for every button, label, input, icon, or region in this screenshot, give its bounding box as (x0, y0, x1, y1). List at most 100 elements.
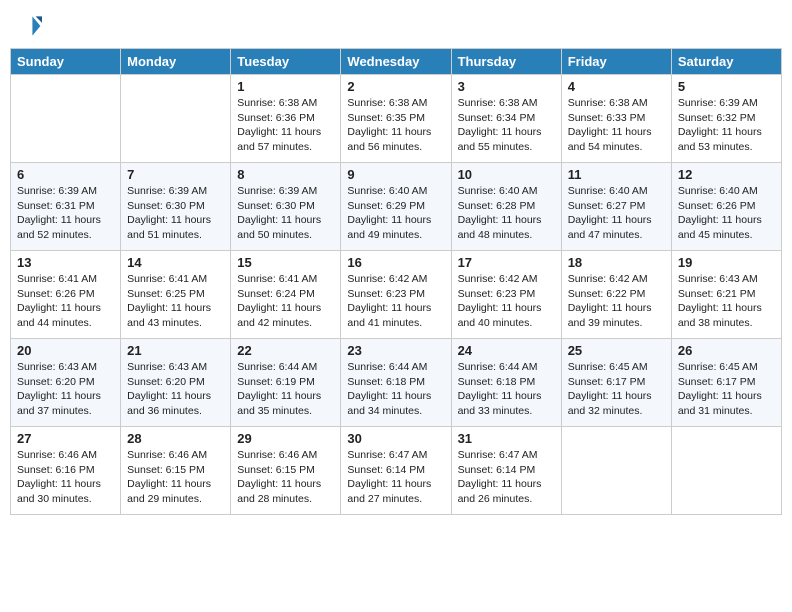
calendar-cell: 23 Sunrise: 6:44 AM Sunset: 6:18 PM Dayli… (341, 339, 451, 427)
header (10, 10, 782, 42)
day-info: Sunrise: 6:43 AM Sunset: 6:21 PM Dayligh… (678, 272, 775, 331)
calendar-cell: 27 Sunrise: 6:46 AM Sunset: 6:16 PM Dayli… (11, 427, 121, 515)
day-number: 2 (347, 79, 444, 94)
calendar-cell: 10 Sunrise: 6:40 AM Sunset: 6:28 PM Dayli… (451, 163, 561, 251)
calendar-cell: 14 Sunrise: 6:41 AM Sunset: 6:25 PM Dayli… (121, 251, 231, 339)
day-info: Sunrise: 6:46 AM Sunset: 6:15 PM Dayligh… (237, 448, 334, 507)
day-number: 31 (458, 431, 555, 446)
day-info: Sunrise: 6:44 AM Sunset: 6:18 PM Dayligh… (347, 360, 444, 419)
day-info: Sunrise: 6:42 AM Sunset: 6:22 PM Dayligh… (568, 272, 665, 331)
calendar-cell (11, 75, 121, 163)
calendar-cell: 30 Sunrise: 6:47 AM Sunset: 6:14 PM Dayli… (341, 427, 451, 515)
day-info: Sunrise: 6:47 AM Sunset: 6:14 PM Dayligh… (347, 448, 444, 507)
day-header-thursday: Thursday (451, 49, 561, 75)
calendar-cell: 31 Sunrise: 6:47 AM Sunset: 6:14 PM Dayli… (451, 427, 561, 515)
day-info: Sunrise: 6:39 AM Sunset: 6:30 PM Dayligh… (237, 184, 334, 243)
day-info: Sunrise: 6:43 AM Sunset: 6:20 PM Dayligh… (17, 360, 114, 419)
calendar-cell: 16 Sunrise: 6:42 AM Sunset: 6:23 PM Dayli… (341, 251, 451, 339)
calendar-cell (561, 427, 671, 515)
day-info: Sunrise: 6:42 AM Sunset: 6:23 PM Dayligh… (458, 272, 555, 331)
calendar-header-row: SundayMondayTuesdayWednesdayThursdayFrid… (11, 49, 782, 75)
day-number: 20 (17, 343, 114, 358)
day-number: 7 (127, 167, 224, 182)
calendar-cell: 1Sunrise: 6:38 AM Sunset: 6:36 PM Daylig… (231, 75, 341, 163)
logo (10, 10, 46, 42)
day-number: 9 (347, 167, 444, 182)
calendar-cell: 28Sunrise: 6:46 AM Sunset: 6:15 PM Dayli… (121, 427, 231, 515)
day-number: 19 (678, 255, 775, 270)
day-info: Sunrise: 6:38 AM Sunset: 6:33 PM Dayligh… (568, 96, 665, 155)
calendar-cell: 4 Sunrise: 6:38 AM Sunset: 6:33 PM Daylig… (561, 75, 671, 163)
day-info: Sunrise: 6:40 AM Sunset: 6:27 PM Dayligh… (568, 184, 665, 243)
week-row-3: 13 Sunrise: 6:41 AM Sunset: 6:26 PM Dayli… (11, 251, 782, 339)
calendar-cell: 20 Sunrise: 6:43 AM Sunset: 6:20 PM Dayli… (11, 339, 121, 427)
day-info: Sunrise: 6:46 AM Sunset: 6:16 PM Dayligh… (17, 448, 114, 507)
calendar-body: 1Sunrise: 6:38 AM Sunset: 6:36 PM Daylig… (11, 75, 782, 515)
calendar-cell: 13 Sunrise: 6:41 AM Sunset: 6:26 PM Dayli… (11, 251, 121, 339)
calendar-cell: 21Sunrise: 6:43 AM Sunset: 6:20 PM Dayli… (121, 339, 231, 427)
day-number: 13 (17, 255, 114, 270)
day-info: Sunrise: 6:38 AM Sunset: 6:34 PM Dayligh… (458, 96, 555, 155)
day-number: 14 (127, 255, 224, 270)
day-info: Sunrise: 6:43 AM Sunset: 6:20 PM Dayligh… (127, 360, 224, 419)
day-number: 28 (127, 431, 224, 446)
calendar-cell: 5 Sunrise: 6:39 AM Sunset: 6:32 PM Daylig… (671, 75, 781, 163)
day-number: 12 (678, 167, 775, 182)
calendar-cell: 9 Sunrise: 6:40 AM Sunset: 6:29 PM Daylig… (341, 163, 451, 251)
day-info: Sunrise: 6:39 AM Sunset: 6:32 PM Dayligh… (678, 96, 775, 155)
day-header-sunday: Sunday (11, 49, 121, 75)
day-number: 10 (458, 167, 555, 182)
day-header-friday: Friday (561, 49, 671, 75)
calendar-cell: 8 Sunrise: 6:39 AM Sunset: 6:30 PM Daylig… (231, 163, 341, 251)
day-number: 22 (237, 343, 334, 358)
day-info: Sunrise: 6:38 AM Sunset: 6:35 PM Dayligh… (347, 96, 444, 155)
day-number: 18 (568, 255, 665, 270)
day-number: 16 (347, 255, 444, 270)
day-number: 11 (568, 167, 665, 182)
day-info: Sunrise: 6:45 AM Sunset: 6:17 PM Dayligh… (568, 360, 665, 419)
day-info: Sunrise: 6:44 AM Sunset: 6:19 PM Dayligh… (237, 360, 334, 419)
day-info: Sunrise: 6:41 AM Sunset: 6:25 PM Dayligh… (127, 272, 224, 331)
day-number: 15 (237, 255, 334, 270)
day-info: Sunrise: 6:41 AM Sunset: 6:24 PM Dayligh… (237, 272, 334, 331)
day-header-wednesday: Wednesday (341, 49, 451, 75)
week-row-1: 1Sunrise: 6:38 AM Sunset: 6:36 PM Daylig… (11, 75, 782, 163)
calendar-cell: 29Sunrise: 6:46 AM Sunset: 6:15 PM Dayli… (231, 427, 341, 515)
day-info: Sunrise: 6:40 AM Sunset: 6:28 PM Dayligh… (458, 184, 555, 243)
day-info: Sunrise: 6:41 AM Sunset: 6:26 PM Dayligh… (17, 272, 114, 331)
calendar-cell: 22 Sunrise: 6:44 AM Sunset: 6:19 PM Dayli… (231, 339, 341, 427)
day-info: Sunrise: 6:42 AM Sunset: 6:23 PM Dayligh… (347, 272, 444, 331)
calendar-cell: 24 Sunrise: 6:44 AM Sunset: 6:18 PM Dayli… (451, 339, 561, 427)
day-number: 6 (17, 167, 114, 182)
week-row-5: 27 Sunrise: 6:46 AM Sunset: 6:16 PM Dayli… (11, 427, 782, 515)
day-info: Sunrise: 6:39 AM Sunset: 6:31 PM Dayligh… (17, 184, 114, 243)
day-number: 23 (347, 343, 444, 358)
day-info: Sunrise: 6:40 AM Sunset: 6:29 PM Dayligh… (347, 184, 444, 243)
day-info: Sunrise: 6:44 AM Sunset: 6:18 PM Dayligh… (458, 360, 555, 419)
day-header-monday: Monday (121, 49, 231, 75)
calendar-table: SundayMondayTuesdayWednesdayThursdayFrid… (10, 48, 782, 515)
calendar-cell: 3 Sunrise: 6:38 AM Sunset: 6:34 PM Daylig… (451, 75, 561, 163)
day-info: Sunrise: 6:39 AM Sunset: 6:30 PM Dayligh… (127, 184, 224, 243)
day-number: 17 (458, 255, 555, 270)
day-header-tuesday: Tuesday (231, 49, 341, 75)
calendar-cell: 26 Sunrise: 6:45 AM Sunset: 6:17 PM Dayli… (671, 339, 781, 427)
day-number: 3 (458, 79, 555, 94)
day-info: Sunrise: 6:45 AM Sunset: 6:17 PM Dayligh… (678, 360, 775, 419)
calendar-cell (671, 427, 781, 515)
day-number: 5 (678, 79, 775, 94)
calendar-cell: 25Sunrise: 6:45 AM Sunset: 6:17 PM Dayli… (561, 339, 671, 427)
day-info: Sunrise: 6:47 AM Sunset: 6:14 PM Dayligh… (458, 448, 555, 507)
day-number: 30 (347, 431, 444, 446)
calendar-cell: 2 Sunrise: 6:38 AM Sunset: 6:35 PM Daylig… (341, 75, 451, 163)
day-number: 8 (237, 167, 334, 182)
calendar-cell: 15 Sunrise: 6:41 AM Sunset: 6:24 PM Dayli… (231, 251, 341, 339)
day-number: 4 (568, 79, 665, 94)
calendar-cell: 19 Sunrise: 6:43 AM Sunset: 6:21 PM Dayli… (671, 251, 781, 339)
day-info: Sunrise: 6:38 AM Sunset: 6:36 PM Dayligh… (237, 96, 334, 155)
day-number: 26 (678, 343, 775, 358)
day-number: 24 (458, 343, 555, 358)
calendar-cell: 7 Sunrise: 6:39 AM Sunset: 6:30 PM Daylig… (121, 163, 231, 251)
day-header-saturday: Saturday (671, 49, 781, 75)
day-number: 27 (17, 431, 114, 446)
